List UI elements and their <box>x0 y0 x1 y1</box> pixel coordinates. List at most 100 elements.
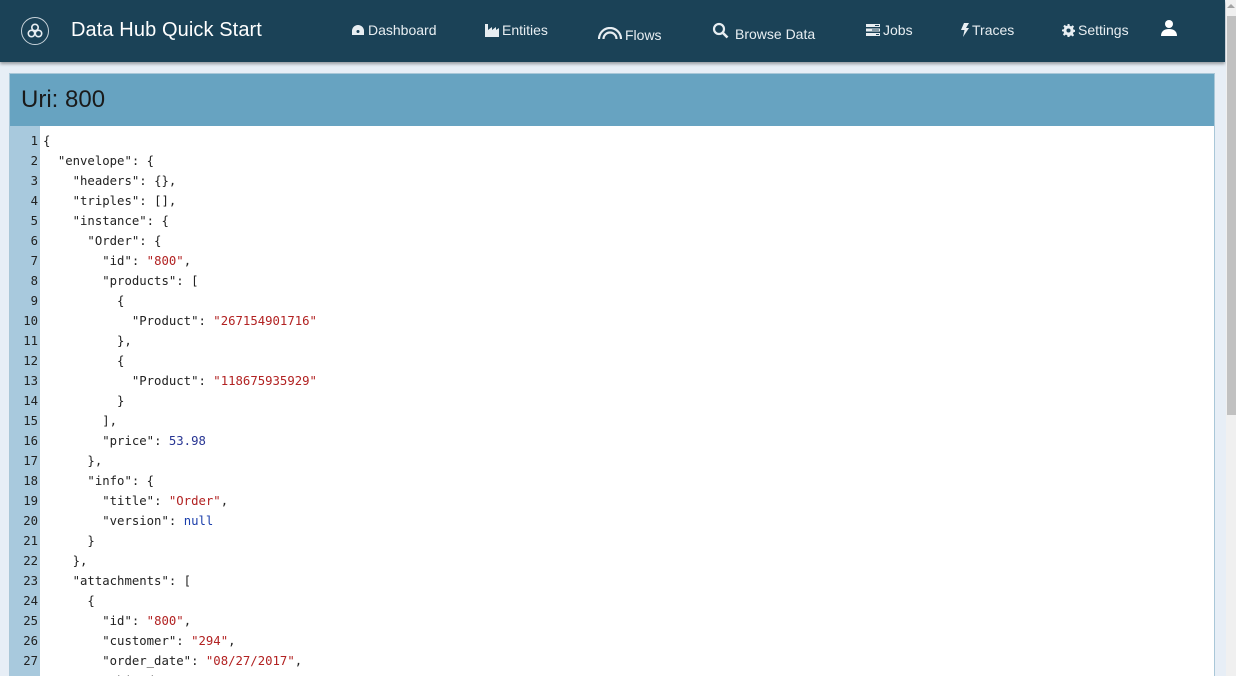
nav-settings-label: Settings <box>1078 22 1129 38</box>
line-content: "products": [ <box>43 271 198 291</box>
line-content: "version": null <box>43 511 213 531</box>
code-line: 22 }, <box>10 551 1214 571</box>
line-number: 17 <box>23 454 38 468</box>
line-content: { <box>43 591 95 611</box>
code-line: 19 "title": "Order", <box>10 491 1214 511</box>
line-number: 23 <box>23 574 38 588</box>
nav-traces[interactable]: Traces <box>961 22 1014 38</box>
code-punctuation <box>43 254 102 268</box>
line-number: 27 <box>23 654 38 668</box>
json-key: "version" <box>102 514 169 528</box>
code-line: 3 "headers": {}, <box>10 171 1214 191</box>
json-key: "id" <box>102 254 132 268</box>
nav-browse-data[interactable]: Browse Data <box>712 20 815 42</box>
datahub-logo-icon[interactable] <box>21 17 49 45</box>
line-content: }, <box>43 551 88 571</box>
line-number: 10 <box>23 314 38 328</box>
json-string-value: "800" <box>146 254 184 268</box>
nav-entities-label: Entities <box>502 22 548 38</box>
nav-entities[interactable]: Entities <box>485 22 548 38</box>
line-content: "customer": "294", <box>43 631 236 651</box>
json-key: "info" <box>87 474 132 488</box>
line-content: "title": "Order", <box>43 491 228 511</box>
json-key: "id" <box>102 614 132 628</box>
code-punctuation: : [], <box>139 194 177 208</box>
panel-header: Uri: 800 <box>10 74 1214 126</box>
nav-flows-label: Flows <box>625 27 662 43</box>
line-content: "order_date": "08/27/2017", <box>43 651 302 671</box>
line-content: "Product": "118675935929" <box>43 371 317 391</box>
line-number: 7 <box>30 254 38 268</box>
json-null-value: null <box>183 514 214 528</box>
json-string-value: "08/27/2017" <box>205 654 295 668</box>
scrollbar-thumb[interactable] <box>1227 16 1236 415</box>
line-number: 25 <box>23 614 38 628</box>
line-number: 14 <box>23 394 38 408</box>
app-title[interactable]: Data Hub Quick Start <box>71 19 262 42</box>
code-line: 17 }, <box>10 451 1214 471</box>
json-code-viewer[interactable]: 1{2 "envelope": {3 "headers": {}, 4 "trip… <box>10 126 1214 676</box>
code-line: 21 } <box>10 531 1214 551</box>
code-punctuation: : { <box>131 154 155 168</box>
document-uri-title: Uri: 800 <box>21 86 106 113</box>
line-content: "info": { <box>43 471 154 491</box>
json-key: "Order" <box>87 234 140 248</box>
scroll-up-arrow-icon[interactable] <box>1227 4 1235 8</box>
vertical-scrollbar[interactable] <box>1226 0 1236 676</box>
line-content: } <box>43 531 95 551</box>
nav-dashboard[interactable]: Dashboard <box>351 22 437 38</box>
code-punctuation: : <box>154 434 169 448</box>
code-line: 6 "Order": { <box>10 231 1214 251</box>
line-content: { <box>43 291 124 311</box>
code-line: 11 }, <box>10 331 1214 351</box>
nav-jobs[interactable]: Jobs <box>866 22 913 38</box>
nav-settings[interactable]: Settings <box>1062 22 1129 38</box>
line-number: 24 <box>23 594 38 608</box>
line-number: 9 <box>30 294 38 308</box>
line-number: 20 <box>23 514 38 528</box>
gear-icon <box>1062 23 1075 37</box>
code-line: 9 { <box>10 291 1214 311</box>
line-number: 1 <box>30 134 38 148</box>
json-key: "Product" <box>131 374 199 388</box>
rainbow-arc-icon <box>598 27 622 39</box>
code-line: 15 ], <box>10 411 1214 431</box>
line-content: "Product": "267154901716" <box>43 311 317 331</box>
json-key: "envelope" <box>57 154 132 168</box>
json-key: "products" <box>102 274 177 288</box>
code-line: 5 "instance": { <box>10 211 1214 231</box>
code-punctuation <box>43 154 58 168</box>
code-punctuation: , <box>228 634 236 648</box>
json-key: "price" <box>102 434 155 448</box>
nav-flows[interactable]: Flows <box>598 23 662 43</box>
code-punctuation <box>43 654 102 668</box>
line-content: "attachments": [ <box>43 571 191 591</box>
line-content: "Order": { <box>43 231 161 251</box>
code-punctuation <box>43 574 73 588</box>
code-punctuation: { <box>43 594 95 608</box>
line-content: } <box>43 391 124 411</box>
json-key: "instance" <box>72 214 147 228</box>
line-content: }, <box>43 331 132 351</box>
code-punctuation: : <box>131 614 147 628</box>
user-icon[interactable] <box>1160 19 1178 42</box>
line-number: 5 <box>30 214 38 228</box>
line-content: { <box>43 351 124 371</box>
code-line: 26 "customer": "294", <box>10 631 1214 651</box>
code-punctuation: : [ <box>168 574 192 588</box>
line-content: }, <box>43 451 102 471</box>
line-number: 15 <box>23 414 38 428</box>
dashboard-gauge-icon <box>352 25 364 35</box>
code-punctuation <box>43 274 102 288</box>
code-line: 12 { <box>10 351 1214 371</box>
code-punctuation: : { <box>146 214 169 228</box>
line-content: ], <box>43 411 117 431</box>
nav-browse-data-label: Browse Data <box>735 26 816 42</box>
code-line: 7 "id": "800", <box>10 251 1214 271</box>
code-line: 2 "envelope": { <box>10 151 1214 171</box>
code-line: 14 } <box>10 391 1214 411</box>
code-punctuation: } <box>43 534 95 548</box>
json-key: "customer" <box>102 634 177 648</box>
code-punctuation: : <box>191 654 206 668</box>
code-line: 13 "Product": "118675935929" <box>10 371 1214 391</box>
